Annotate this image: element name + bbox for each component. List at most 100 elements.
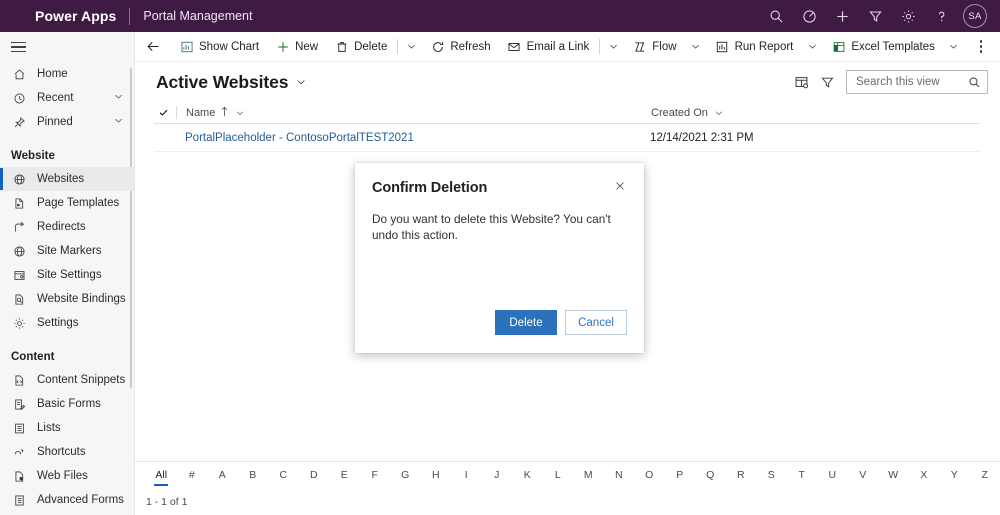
more-commands-icon[interactable] — [969, 32, 993, 62]
alpha-filter-a[interactable]: A — [207, 469, 238, 481]
alpha-filter-v[interactable]: V — [848, 469, 879, 481]
list-icon — [11, 420, 28, 436]
sidebar-item-label: Recent — [37, 92, 74, 104]
sidebar-item-web-files[interactable]: Web Files — [0, 464, 134, 488]
sidebar-item-site-markers[interactable]: Site Markers — [0, 239, 134, 263]
alpha-filter-r[interactable]: R — [726, 469, 757, 481]
sidebar-item-content-snippets[interactable]: Content Snippets — [0, 368, 134, 392]
alpha-filter-c[interactable]: C — [268, 469, 299, 481]
alpha-filter-s[interactable]: S — [756, 469, 787, 481]
flow-dropdown-caret[interactable] — [685, 32, 707, 62]
excel-dropdown-caret[interactable] — [943, 32, 965, 62]
sidebar-item-label: Redirects — [37, 221, 86, 233]
delete-dropdown-caret[interactable] — [400, 32, 422, 62]
alpha-filter-p[interactable]: P — [665, 469, 696, 481]
alpha-filter-g[interactable]: G — [390, 469, 421, 481]
flow-button[interactable]: Flow — [624, 32, 684, 62]
help-icon[interactable] — [925, 0, 958, 32]
hamburger-menu-button[interactable] — [0, 32, 134, 62]
alpha-filter-all[interactable]: All — [146, 469, 177, 481]
sidebar-item-settings[interactable]: Settings — [0, 311, 134, 335]
alpha-filter-f[interactable]: F — [360, 469, 391, 481]
command-label: Email a Link — [526, 40, 590, 53]
edit-columns-icon[interactable] — [788, 69, 814, 95]
shortcut-icon — [11, 444, 28, 460]
column-header-created-on[interactable]: Created On — [651, 107, 724, 119]
new-button[interactable]: New — [267, 32, 326, 62]
alpha-filter-q[interactable]: Q — [695, 469, 726, 481]
search-icon[interactable] — [968, 76, 981, 89]
alpha-filter-x[interactable]: X — [909, 469, 940, 481]
back-button[interactable] — [135, 32, 171, 62]
alpha-filter-w[interactable]: W — [878, 469, 909, 481]
chevron-down-icon[interactable] — [113, 91, 124, 105]
row-name-link[interactable]: PortalPlaceholder - ContosoPortalTEST202… — [185, 132, 650, 144]
view-selector-chevron-down-icon[interactable] — [295, 76, 307, 88]
command-label: Excel Templates — [851, 40, 935, 53]
pin-icon — [11, 114, 28, 130]
alpha-filter-t[interactable]: T — [787, 469, 818, 481]
filter-icon[interactable] — [859, 0, 892, 32]
avatar[interactable]: SA — [963, 4, 987, 28]
run-report-dropdown-caret[interactable] — [801, 32, 823, 62]
chart-icon — [179, 39, 194, 54]
close-icon[interactable] — [609, 180, 631, 200]
cancel-button[interactable]: Cancel — [565, 310, 627, 335]
column-header-name[interactable]: Name — [186, 106, 651, 120]
sidebar-item-home[interactable]: Home — [0, 62, 134, 86]
show-chart-button[interactable]: Show Chart — [171, 32, 267, 62]
email-dropdown-caret[interactable] — [602, 32, 624, 62]
sidebar-item-website-bindings[interactable]: Website Bindings — [0, 287, 134, 311]
sidebar-item-site-settings[interactable]: Site Settings — [0, 263, 134, 287]
alpha-filter-y[interactable]: Y — [939, 469, 970, 481]
sidebar-item-advanced-forms[interactable]: Advanced Forms — [0, 488, 134, 512]
power-apps-window: Power Apps Portal Management SA Home Rec… — [0, 0, 1000, 515]
chevron-down-icon[interactable] — [235, 108, 245, 118]
alpha-filter-d[interactable]: D — [299, 469, 330, 481]
delete-button[interactable]: Delete — [326, 32, 395, 62]
chevron-down-icon[interactable] — [113, 115, 124, 129]
row-created-on: 12/14/2021 2:31 PM — [650, 131, 754, 144]
sidebar-item-redirects[interactable]: Redirects — [0, 215, 134, 239]
sidebar-item-lists[interactable]: Lists — [0, 416, 134, 440]
alpha-filter-e[interactable]: E — [329, 469, 360, 481]
alpha-filter-i[interactable]: I — [451, 469, 482, 481]
sidebar-item-page-templates[interactable]: Page Templates — [0, 191, 134, 215]
alpha-filter-j[interactable]: J — [482, 469, 513, 481]
email-a-link-button[interactable]: Email a Link — [499, 32, 598, 62]
plus-icon[interactable] — [826, 0, 859, 32]
sidebar-item-label: Settings — [37, 317, 79, 329]
alpha-filter-l[interactable]: L — [543, 469, 574, 481]
timer-icon[interactable] — [793, 0, 826, 32]
refresh-button[interactable]: Refresh — [422, 32, 498, 62]
sidebar-item-label: Website Bindings — [37, 293, 126, 305]
filter-icon[interactable] — [814, 69, 840, 95]
advanced-form-icon — [11, 492, 28, 508]
sidebar-item-websites[interactable]: Websites — [0, 167, 134, 191]
alpha-filter-o[interactable]: O — [634, 469, 665, 481]
alpha-filter-b[interactable]: B — [238, 469, 269, 481]
table-row[interactable]: PortalPlaceholder - ContosoPortalTEST202… — [154, 124, 979, 152]
alpha-filter-k[interactable]: K — [512, 469, 543, 481]
sidebar-item-shortcuts[interactable]: Shortcuts — [0, 440, 134, 464]
run-report-button[interactable]: Run Report — [707, 32, 802, 62]
select-all-checkbox[interactable] — [154, 107, 172, 118]
alpha-filter-m[interactable]: M — [573, 469, 604, 481]
gear-icon[interactable] — [892, 0, 925, 32]
sidebar-item-label: Websites — [37, 173, 85, 185]
chevron-down-icon[interactable] — [714, 108, 724, 118]
alpha-filter-n[interactable]: N — [604, 469, 635, 481]
search-icon[interactable] — [760, 0, 793, 32]
alpha-filter-z[interactable]: Z — [970, 469, 1000, 481]
sidebar-item-recent[interactable]: Recent — [0, 86, 134, 110]
view-actions: Search this view — [788, 69, 988, 95]
sidebar-item-pinned[interactable]: Pinned — [0, 110, 134, 134]
delete-button[interactable]: Delete — [495, 310, 557, 335]
alpha-filter-u[interactable]: U — [817, 469, 848, 481]
search-input[interactable]: Search this view — [846, 70, 988, 94]
alpha-filter-h[interactable]: H — [421, 469, 452, 481]
sidebar-item-basic-forms[interactable]: Basic Forms — [0, 392, 134, 416]
alpha-filter-hash[interactable]: # — [177, 469, 208, 481]
brand-logo[interactable]: Power Apps — [35, 8, 116, 24]
excel-templates-button[interactable]: Excel Templates — [823, 32, 943, 62]
